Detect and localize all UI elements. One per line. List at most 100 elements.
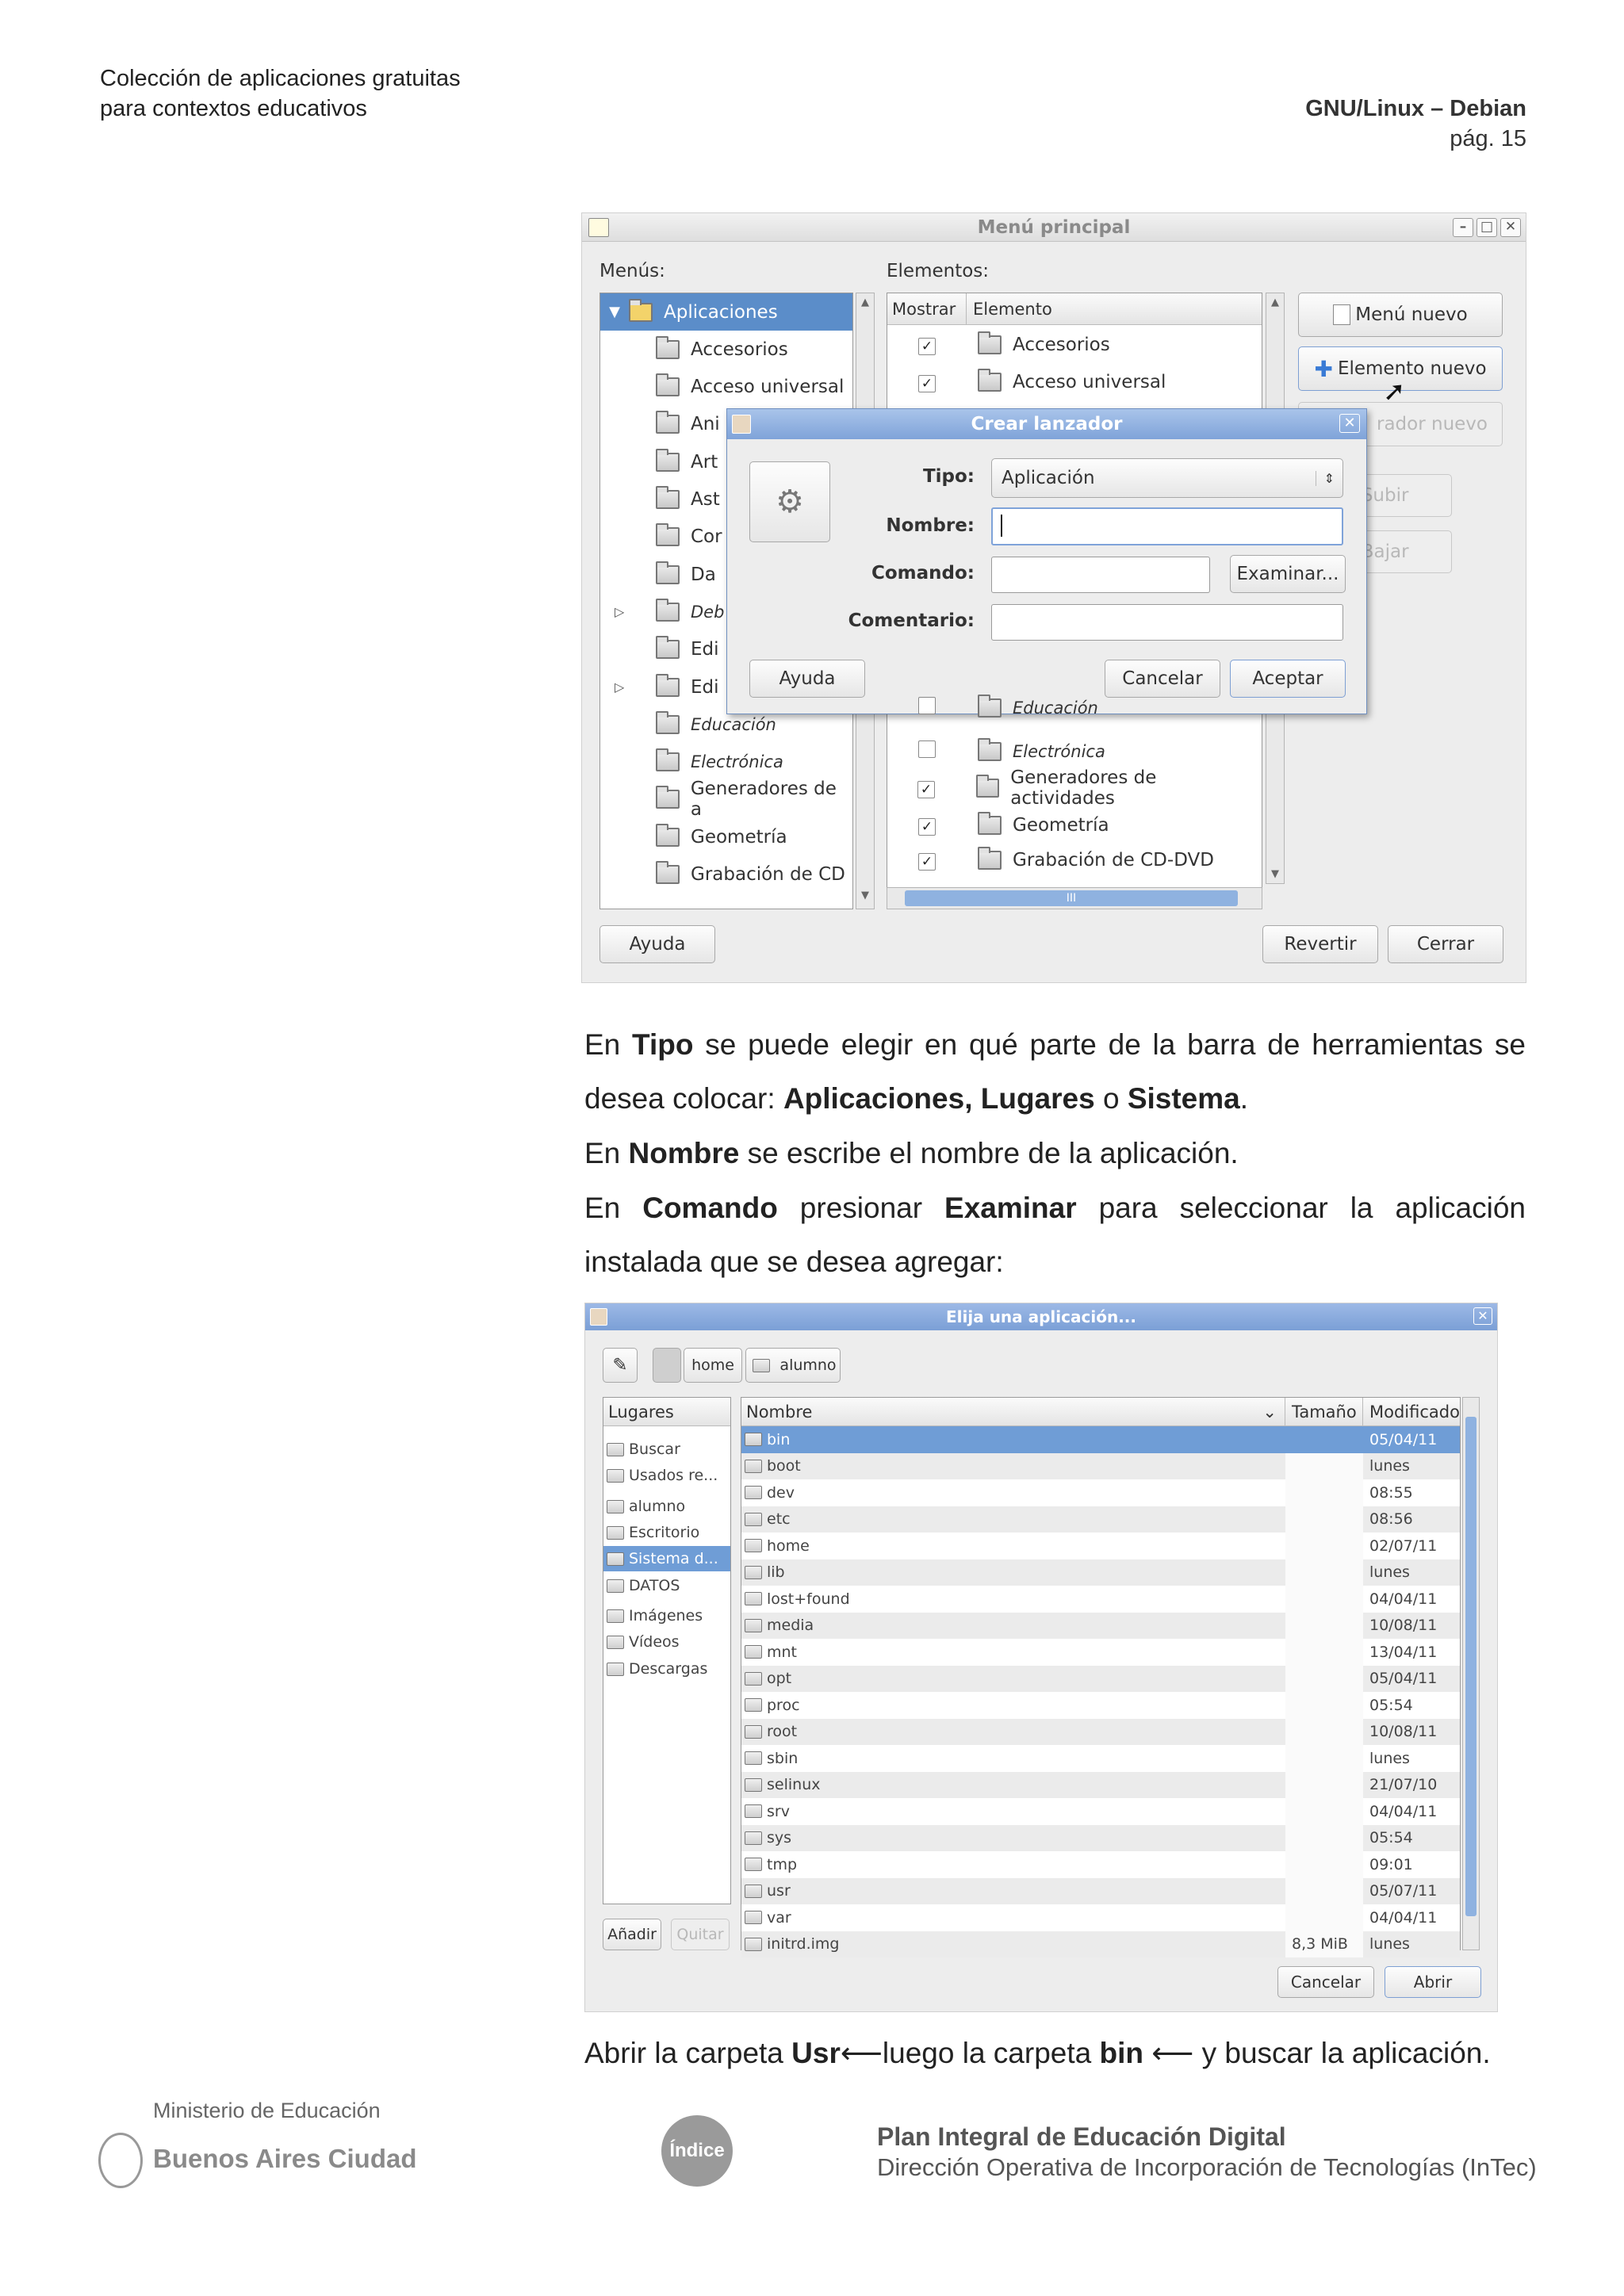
element-row[interactable]: ✓ Acceso universal: [887, 363, 1262, 400]
file-row[interactable]: media 10/08/11: [741, 1612, 1460, 1639]
show-checkbox[interactable]: [918, 740, 936, 758]
file-row[interactable]: etc 08:56: [741, 1506, 1460, 1533]
add-place-button[interactable]: Añadir: [603, 1919, 661, 1950]
file-row[interactable]: home 02/07/11: [741, 1533, 1460, 1559]
element-row[interactable]: ✓ Grabación de CD-DVD: [887, 841, 1262, 878]
file-row[interactable]: sbin lunes: [741, 1745, 1460, 1772]
tree-item[interactable]: Ast: [600, 481, 852, 519]
name-input[interactable]: [991, 507, 1343, 545]
elements-hscrollbar[interactable]: III: [887, 887, 1262, 909]
tree-item[interactable]: Grabación de CD: [600, 856, 852, 894]
column-size[interactable]: Tamaño: [1285, 1398, 1363, 1426]
element-row[interactable]: Electrónica: [887, 733, 1262, 770]
place-item[interactable]: Imágenes: [603, 1603, 730, 1628]
minimize-icon[interactable]: –: [1453, 218, 1473, 237]
tree-item[interactable]: Edi: [600, 631, 852, 668]
tree-item[interactable]: ▷ Deb: [600, 593, 852, 630]
chevron-down-icon[interactable]: ▼: [600, 304, 629, 320]
hscroll-thumb[interactable]: III: [905, 890, 1238, 906]
close-icon[interactable]: ✕: [1339, 414, 1360, 433]
file-row[interactable]: usr 05/07/11: [741, 1877, 1460, 1904]
show-checkbox[interactable]: ✓: [918, 817, 936, 836]
edit-location-icon[interactable]: ✎: [603, 1348, 638, 1383]
tree-item[interactable]: Cor: [600, 519, 852, 556]
path-scroll-left-button[interactable]: [653, 1348, 681, 1383]
element-row[interactable]: ✓ Generadores de actividades: [887, 767, 1262, 809]
file-row[interactable]: bin 05/04/11: [741, 1426, 1460, 1453]
show-checkbox[interactable]: ✓: [917, 780, 936, 798]
file-row[interactable]: dev 08:55: [741, 1479, 1460, 1506]
scroll-up-icon[interactable]: ▲: [858, 297, 872, 312]
folder-icon: [656, 448, 680, 472]
path-alumno-button[interactable]: alumno: [745, 1348, 841, 1383]
close-button[interactable]: Cerrar: [1388, 925, 1503, 963]
expander-icon[interactable]: ▷: [615, 679, 656, 695]
place-item[interactable]: DATOS: [603, 1573, 730, 1598]
show-checkbox[interactable]: [918, 697, 936, 714]
file-row[interactable]: lib lunes: [741, 1559, 1460, 1586]
column-element[interactable]: Elemento: [967, 300, 1052, 319]
files-scrollbar[interactable]: [1462, 1397, 1480, 1950]
chooser-open-button[interactable]: Abrir: [1385, 1966, 1481, 1998]
tree-item[interactable]: Art: [600, 443, 852, 480]
element-row[interactable]: ✓ Geometría: [887, 806, 1262, 844]
places-header[interactable]: Lugares: [603, 1398, 730, 1426]
maximize-icon[interactable]: □: [1477, 218, 1497, 237]
place-item[interactable]: Descargas: [603, 1656, 730, 1682]
file-row[interactable]: proc 05:54: [741, 1692, 1460, 1719]
tree-item[interactable]: Electrónica: [600, 744, 852, 781]
type-select[interactable]: Aplicación ⇕: [991, 458, 1343, 498]
comment-input[interactable]: [991, 604, 1343, 641]
scroll-down-icon[interactable]: ▼: [1268, 868, 1282, 880]
tree-item[interactable]: Acceso universal: [600, 369, 852, 406]
tree-item[interactable]: Ani: [600, 406, 852, 443]
browse-button[interactable]: Examinar...: [1230, 555, 1346, 593]
place-item[interactable]: Escritorio: [603, 1520, 730, 1545]
tree-item-aplicaciones[interactable]: ▼ Aplicaciones: [600, 293, 852, 331]
file-row[interactable]: var 04/04/11: [741, 1904, 1460, 1931]
file-row[interactable]: boot lunes: [741, 1452, 1460, 1479]
column-show[interactable]: Mostrar: [887, 293, 967, 325]
files-scroll-thumb[interactable]: [1465, 1417, 1477, 1916]
place-item[interactable]: Buscar: [603, 1437, 730, 1462]
place-item[interactable]: Vídeos: [603, 1629, 730, 1655]
tree-item[interactable]: ▷ Edi: [600, 668, 852, 706]
tree-item[interactable]: Generadores de a: [600, 779, 852, 820]
element-row[interactable]: Educación: [887, 689, 1262, 726]
close-icon[interactable]: ✕: [1473, 1307, 1492, 1325]
command-input[interactable]: [991, 557, 1210, 593]
file-row[interactable]: mnt 13/04/11: [741, 1639, 1460, 1666]
file-row[interactable]: srv 04/04/11: [741, 1798, 1460, 1825]
element-row[interactable]: ✓ Accesorios: [887, 326, 1262, 363]
scroll-up-icon[interactable]: ▲: [1268, 297, 1282, 308]
index-button[interactable]: Índice: [661, 2115, 733, 2187]
show-checkbox[interactable]: ✓: [918, 852, 936, 871]
file-row[interactable]: tmp 09:01: [741, 1851, 1460, 1878]
expander-icon[interactable]: ▷: [615, 604, 656, 619]
tree-item[interactable]: Geometría: [600, 818, 852, 855]
new-menu-button[interactable]: Menú nuevo: [1298, 293, 1503, 337]
column-modified[interactable]: Modificado: [1363, 1402, 1460, 1422]
tree-item[interactable]: Da: [600, 556, 852, 593]
close-icon[interactable]: ✕: [1500, 218, 1521, 237]
column-name[interactable]: Nombre ⌄: [741, 1398, 1285, 1426]
show-checkbox[interactable]: ✓: [918, 337, 936, 355]
file-row[interactable]: opt 05/04/11: [741, 1665, 1460, 1692]
revert-button[interactable]: Revertir: [1262, 925, 1378, 963]
tree-item[interactable]: Educación: [600, 706, 852, 743]
file-row[interactable]: initrd.img 8,3 MiB lunes: [741, 1931, 1460, 1957]
show-checkbox[interactable]: ✓: [918, 374, 936, 392]
file-row[interactable]: lost+found 04/04/11: [741, 1586, 1460, 1613]
scroll-down-icon[interactable]: ▼: [858, 890, 872, 905]
tree-item[interactable]: Accesorios: [600, 331, 852, 368]
file-row[interactable]: selinux 21/07/10: [741, 1771, 1460, 1798]
file-row[interactable]: root 10/08/11: [741, 1718, 1460, 1745]
file-row[interactable]: sys 05:54: [741, 1824, 1460, 1851]
place-item[interactable]: Sistema d...: [603, 1546, 730, 1571]
place-item[interactable]: Usados re...: [603, 1463, 730, 1488]
place-item[interactable]: alumno: [603, 1494, 730, 1519]
help-button[interactable]: Ayuda: [599, 925, 715, 963]
path-home-button[interactable]: home: [684, 1348, 742, 1383]
remove-place-button[interactable]: Quitar: [671, 1919, 730, 1950]
chooser-cancel-button[interactable]: Cancelar: [1277, 1966, 1374, 1998]
